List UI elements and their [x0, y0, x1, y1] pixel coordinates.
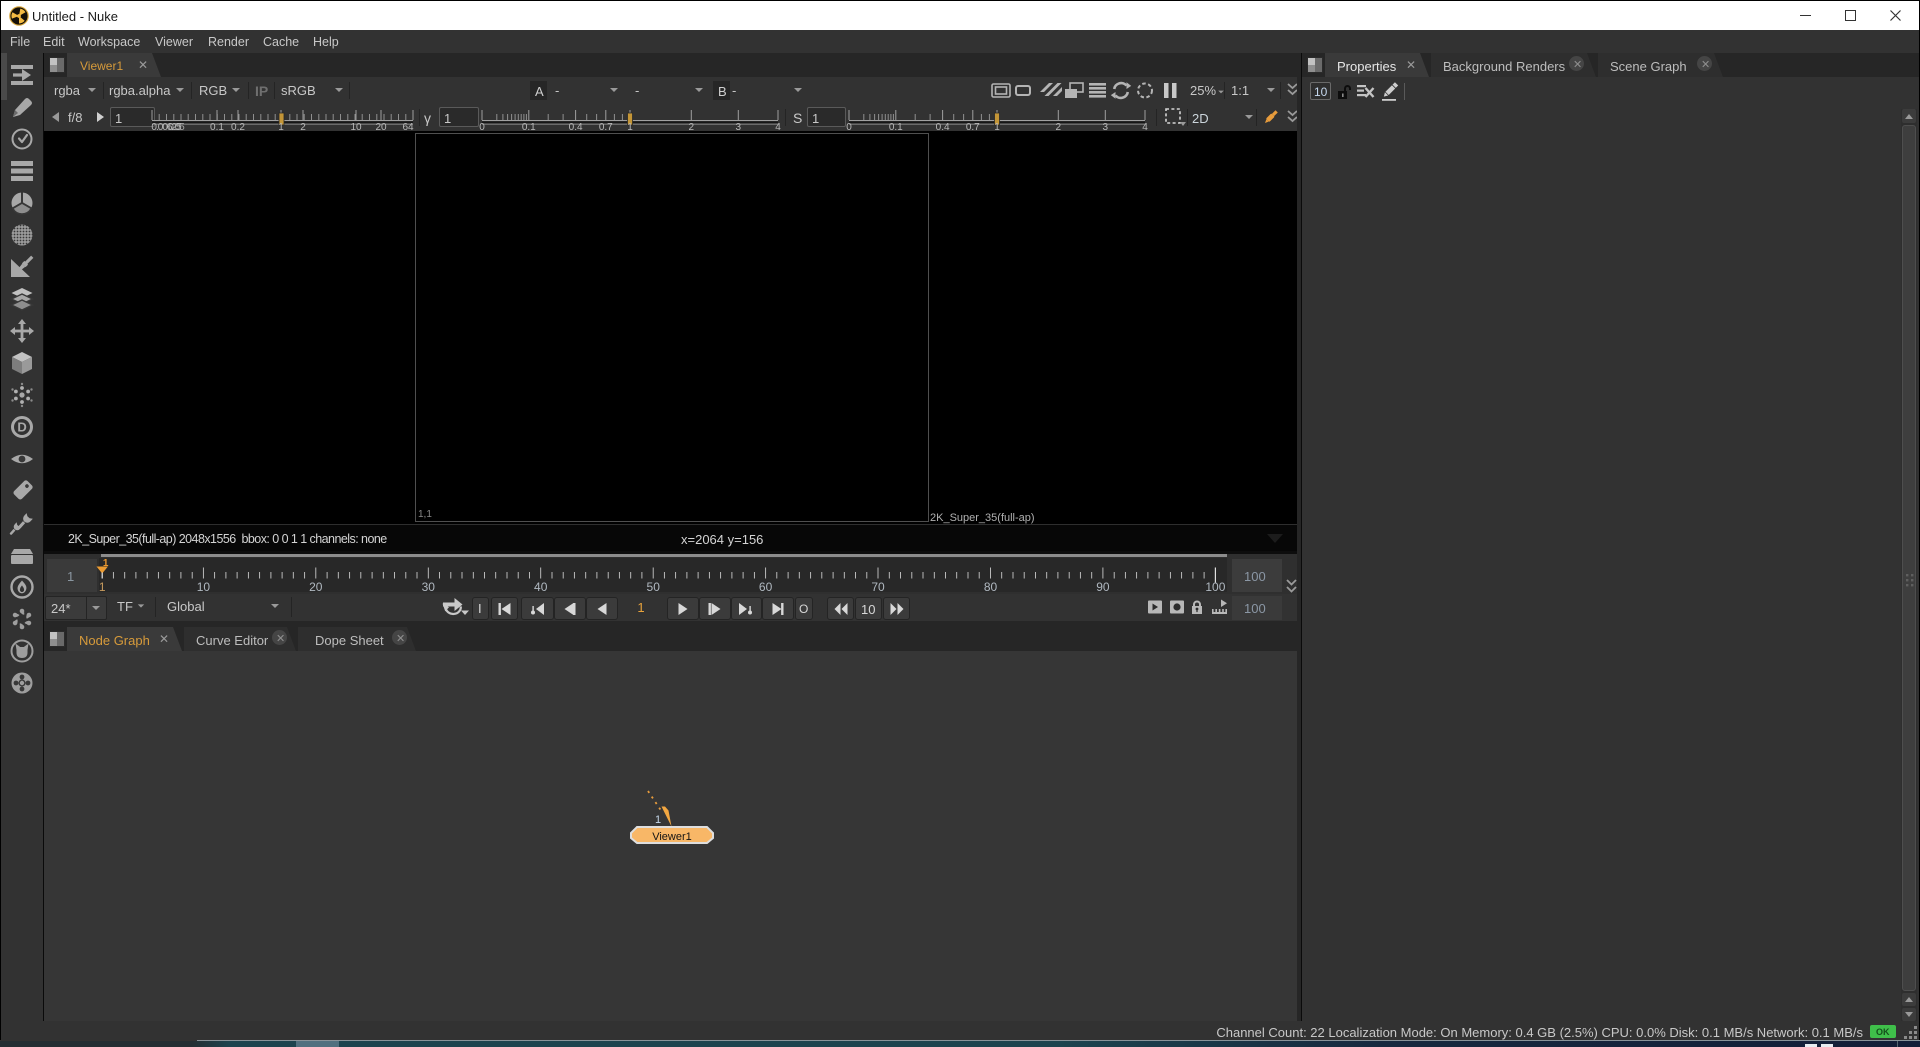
- svg-text:D: D: [17, 420, 26, 435]
- svg-text:Viewer1: Viewer1: [652, 831, 692, 843]
- svg-text:1: 1: [655, 814, 661, 826]
- svg-text:80: 80: [984, 580, 998, 594]
- svg-text:90: 90: [1096, 580, 1110, 594]
- svg-text:20: 20: [309, 580, 323, 594]
- svg-text:1: 1: [103, 558, 109, 569]
- svg-text:60: 60: [759, 580, 773, 594]
- svg-text:100: 100: [1205, 580, 1225, 594]
- svg-text:1: 1: [99, 580, 106, 594]
- svg-text:50: 50: [647, 580, 661, 594]
- svg-text:70: 70: [871, 580, 885, 594]
- svg-text:40: 40: [534, 580, 548, 594]
- svg-text:10: 10: [197, 580, 211, 594]
- svg-text:30: 30: [422, 580, 436, 594]
